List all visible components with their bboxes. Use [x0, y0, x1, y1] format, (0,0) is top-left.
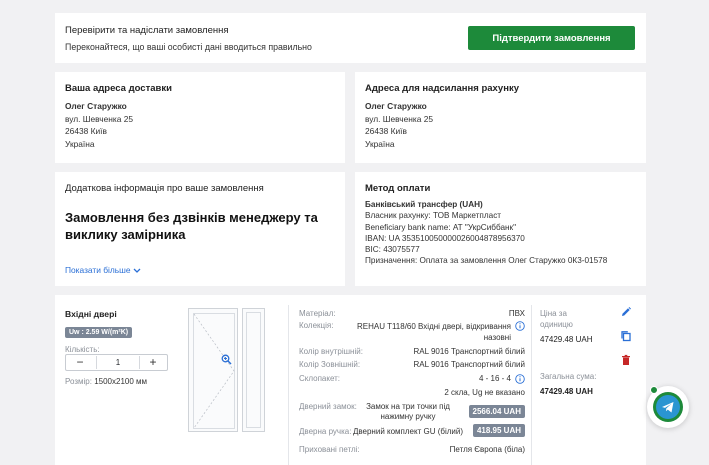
chevron-down-icon: [133, 268, 141, 273]
shipping-city: 26438 Київ: [65, 126, 107, 137]
extra-info-title: Додаткова інформація про ваше замовлення: [65, 183, 264, 194]
quantity-value[interactable]: 1: [96, 356, 140, 369]
door-preview-image: [188, 308, 265, 432]
spec-row: Колекція: REHAU T118/60 Вхідні двері, ві…: [299, 321, 525, 345]
shipping-address-card: Ваша адреса доставки Олег Старужко вул. …: [55, 72, 345, 163]
review-header-card: Перевірити та надіслати замовлення Перек…: [55, 13, 646, 63]
payment-line: Призначення: Оплата за замовлення Олег С…: [365, 256, 608, 266]
quantity-label: Кількість:: [65, 345, 100, 354]
total-price-value: 47429.48 UAH: [540, 387, 593, 396]
spec-key: Дверний замок:: [299, 402, 357, 411]
billing-street: вул. Шевченка 25: [365, 113, 434, 124]
telegram-icon: [662, 402, 674, 413]
shipping-address-title: Ваша адреса доставки: [65, 83, 172, 94]
shipping-country: Україна: [65, 138, 95, 149]
payment-line: IBAN: UA 353510050000026004878956370: [365, 233, 525, 243]
spec-value: Замок на три точки під нажимну ручку: [366, 402, 450, 421]
size-row: Розмір: 1500x2100 мм: [65, 377, 147, 386]
product-card: Вхідні двері Uw : 2.59 W/(m²K) Кількість…: [55, 295, 646, 465]
quantity-stepper: − 1 +: [65, 354, 168, 371]
unit-price-value: 47429.48 UAH: [540, 335, 593, 344]
chat-widget-button[interactable]: [647, 386, 689, 428]
spec-value: RAL 9016 Транспортний білий: [413, 360, 525, 369]
price-tag: 418.95 UAH: [472, 424, 525, 437]
review-title: Перевірити та надіслати замовлення: [65, 25, 229, 36]
show-more-link[interactable]: Показати більше: [65, 265, 141, 275]
shipping-name: Олег Старужко: [65, 101, 127, 111]
shipping-street: вул. Шевченка 25: [65, 113, 134, 124]
quantity-increase-button[interactable]: +: [143, 355, 163, 370]
spec-key: Колір Зовнішній:: [299, 360, 361, 369]
info-icon[interactable]: [515, 374, 525, 384]
billing-address-card: Адреса для надсилання рахунку Олег Стару…: [355, 72, 646, 163]
unit-price-label: Ціна за одиницю: [540, 309, 573, 329]
spec-row: Дверний замок: Замок на три точки під на…: [299, 402, 525, 426]
spec-value: Дверний комплект GU (білий): [352, 427, 463, 436]
billing-name: Олег Старужко: [365, 101, 427, 111]
uw-badge: Uw : 2.59 W/(m²K): [65, 327, 133, 338]
payment-line: Beneficiary bank name: АТ "УкрСиббанк": [365, 222, 517, 232]
review-subtitle: Переконайтеся, що ваші особисті дані вво…: [65, 42, 312, 52]
billing-country: Україна: [365, 138, 395, 149]
spec-value: Петля Європа (біла): [449, 445, 525, 454]
price-tag: 2566.04 UAH: [468, 405, 525, 418]
spec-key: Приховані петлі:: [299, 445, 360, 454]
payment-method-card: Метод оплати Банківський трансфер (UAH) …: [355, 172, 646, 286]
spec-value: RAL 9016 Транспортний білий: [413, 347, 525, 356]
unit-price-block: Ціна за одиницю 47429.48 UAH: [540, 308, 600, 346]
product-title: Вхідні двері: [65, 309, 117, 319]
extra-info-text: Замовлення без дзвінків менеджеру та вик…: [65, 210, 318, 242]
info-icon[interactable]: [515, 321, 525, 331]
quantity-decrease-button[interactable]: −: [70, 355, 90, 370]
payment-method-name: Банківський трансфер (UAH): [365, 200, 483, 209]
spec-value: ПВХ: [508, 309, 525, 318]
total-price-block: Загальна сума: 47429.48 UAH: [540, 371, 600, 398]
zoom-icon[interactable]: [221, 354, 232, 365]
trash-icon[interactable]: [620, 354, 632, 366]
notification-dot: [650, 386, 658, 394]
confirm-order-button[interactable]: Підтвердити замовлення: [468, 26, 635, 50]
spec-key: Склопакет:: [299, 374, 341, 383]
show-more-label: Показати більше: [65, 265, 131, 275]
payment-line: Власник рахунку: ТОВ Маркетпласт: [365, 211, 502, 221]
total-price-label: Загальна сума:: [540, 372, 597, 381]
spec-key: Матеріал:: [299, 309, 336, 318]
spec-key: Колекція:: [299, 321, 334, 330]
pencil-icon[interactable]: [620, 306, 632, 318]
spec-value: 2 скла, Ug не вказано: [444, 388, 525, 397]
spec-value: REHAU T118/60 Вхідні двері, відкривання …: [356, 322, 511, 342]
extra-info-card: Додаткова інформація про ваше замовлення…: [55, 172, 345, 286]
payment-line: BIC: 43075577: [365, 245, 420, 255]
spec-value: 4 - 16 - 4: [478, 374, 511, 383]
copy-icon[interactable]: [620, 330, 632, 342]
spec-key: Колір внутрішній:: [299, 347, 363, 356]
payment-method-title: Метод оплати: [365, 183, 431, 194]
size-value: 1500x2100 мм: [94, 377, 148, 386]
size-label: Розмір:: [65, 377, 92, 386]
spec-key: Дверна ручка:: [299, 427, 352, 436]
billing-address-title: Адреса для надсилання рахунку: [365, 83, 519, 94]
billing-city: 26438 Київ: [365, 126, 407, 137]
